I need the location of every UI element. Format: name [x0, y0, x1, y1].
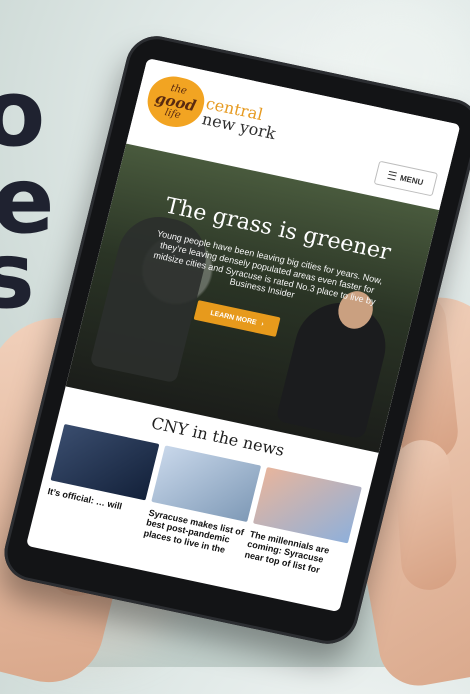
- logo-text[interactable]: central new york: [200, 94, 281, 143]
- good-life-logo-icon[interactable]: the good life: [142, 71, 210, 133]
- learn-more-button[interactable]: LEARN MORE ›: [193, 300, 281, 337]
- learn-more-label: LEARN MORE: [209, 309, 258, 327]
- background-letter: s: [0, 222, 35, 329]
- news-card[interactable]: Syracuse makes list of best post-pandemi…: [143, 445, 261, 558]
- logo-word-life: life: [163, 106, 182, 121]
- chevron-right-icon: ›: [260, 320, 265, 328]
- hamburger-icon: [387, 170, 398, 181]
- menu-button[interactable]: MENU: [373, 160, 439, 197]
- news-card[interactable]: The millennials are coming: Syracuse nea…: [244, 466, 362, 580]
- right-finger: [392, 438, 459, 592]
- news-card[interactable]: It’s official: … will: [42, 423, 160, 537]
- menu-label: MENU: [399, 172, 425, 187]
